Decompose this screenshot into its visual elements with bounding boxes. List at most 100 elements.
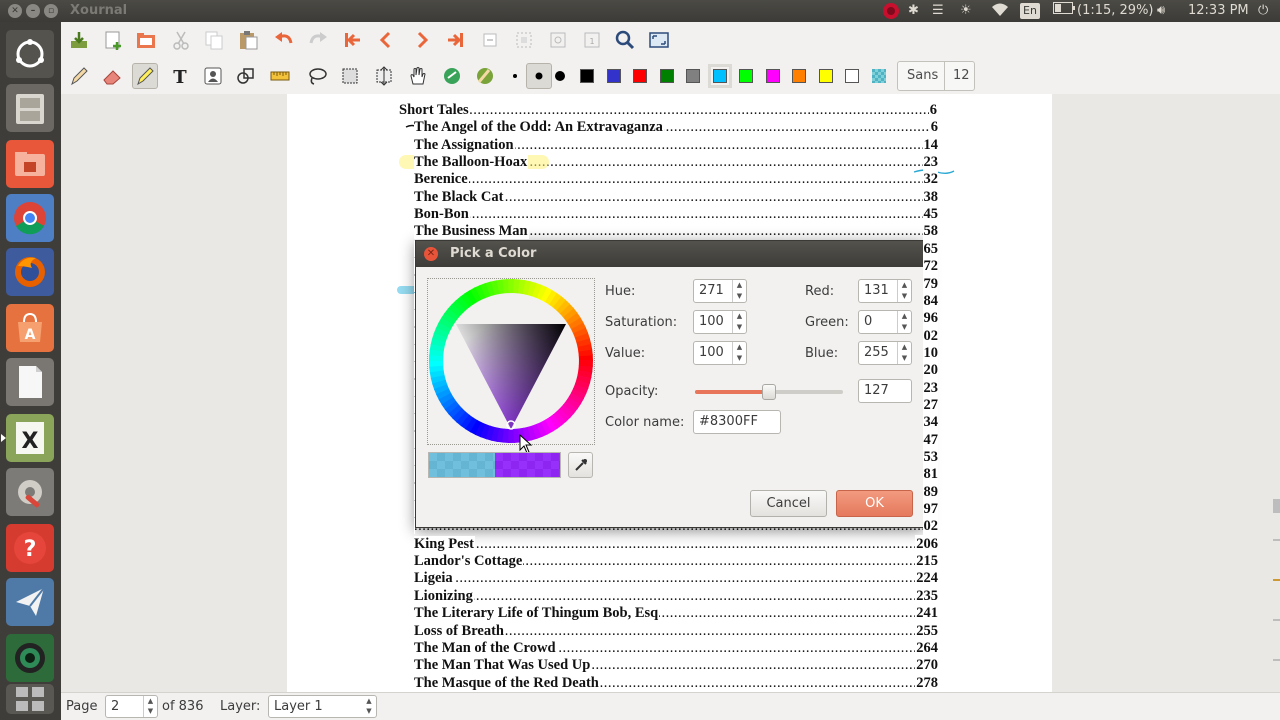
opacity-field[interactable]: 127 — [858, 379, 912, 403]
color-swatch-green[interactable] — [659, 69, 674, 83]
paste-icon[interactable] — [235, 27, 261, 53]
thin-stroke-icon[interactable] — [502, 63, 528, 89]
dialog-close-icon[interactable]: ✕ — [424, 247, 438, 261]
help-icon[interactable]: ? — [6, 524, 54, 572]
window-minimize-icon[interactable]: – — [26, 4, 40, 18]
send-icon[interactable] — [6, 578, 54, 626]
dialog-titlebar[interactable]: ✕ Pick a Color — [416, 241, 924, 267]
zoom-icon[interactable] — [612, 27, 638, 53]
layer-combo[interactable]: Layer 1 ▲ ▼ — [268, 695, 377, 718]
shape-recognizer-icon[interactable] — [233, 63, 259, 89]
default-highlighter-icon[interactable] — [472, 63, 498, 89]
undo-icon[interactable] — [271, 27, 297, 53]
spinner-arrows-icon[interactable]: ▲ ▼ — [732, 342, 746, 364]
opacity-slider[interactable] — [695, 384, 843, 400]
firefox-icon[interactable] — [6, 248, 54, 296]
zoom-width-icon[interactable]: 1 — [579, 27, 605, 53]
color-swatch-light-green[interactable] — [739, 69, 753, 83]
hue-ring-triangle[interactable] — [428, 279, 594, 444]
power-icon[interactable]: ⏻ — [1258, 2, 1268, 20]
thick-stroke-icon[interactable] — [547, 63, 573, 89]
spinner-arrows-icon[interactable]: ▲ ▼ — [897, 342, 911, 364]
hue-ring-segment[interactable] — [578, 359, 593, 367]
files-folder-icon[interactable] — [6, 140, 54, 188]
pen-icon[interactable] — [66, 63, 92, 89]
color-swatch-magenta[interactable] — [765, 69, 780, 83]
chrome-icon[interactable] — [6, 194, 54, 242]
spinner-arrows-icon[interactable]: ▲ ▼ — [897, 311, 911, 333]
color-swatch-red[interactable] — [633, 69, 647, 83]
last-page-icon[interactable] — [442, 27, 468, 53]
color-swatch-black[interactable] — [580, 69, 594, 83]
next-page-icon[interactable] — [409, 27, 435, 53]
custom-color-button[interactable] — [871, 69, 886, 83]
text-tool-icon[interactable]: T — [167, 63, 193, 89]
cut-icon[interactable] — [168, 27, 194, 53]
wifi-icon[interactable] — [990, 2, 1010, 20]
color-swatch-yellow[interactable] — [818, 69, 833, 83]
xournal-icon[interactable]: X — [1, 414, 54, 462]
page-number-spinner[interactable]: 2 ▲ ▼ — [105, 695, 158, 718]
clock[interactable]: 12:33 PM — [1188, 2, 1249, 20]
zoom-page-icon[interactable] — [545, 27, 571, 53]
zoom-fit-icon[interactable] — [511, 27, 537, 53]
opacity-slider-knob[interactable] — [762, 384, 776, 400]
eyedropper-button[interactable] — [568, 452, 593, 478]
blue-spinner[interactable]: 255 ▲ ▼ — [858, 341, 912, 365]
new-page-icon[interactable] — [100, 27, 126, 53]
save-icon[interactable] — [66, 27, 92, 53]
keyboard-layout-indicator[interactable]: En — [1020, 3, 1040, 19]
spinner-arrows-icon[interactable]: ▲ ▼ — [897, 280, 911, 302]
webcam-icon[interactable] — [6, 634, 54, 682]
toc-title — [414, 362, 415, 379]
spinner-arrows-icon[interactable]: ▲ ▼ — [143, 696, 157, 717]
window-maximize-icon[interactable]: ▫ — [44, 4, 58, 18]
window-close-icon[interactable]: ✕ — [8, 4, 22, 18]
toc-title: Ligeia — [414, 570, 454, 587]
previous-page-icon[interactable] — [373, 27, 399, 53]
vertical-space-icon[interactable] — [371, 63, 397, 89]
system-settings-icon[interactable] — [6, 468, 54, 516]
color-name-field[interactable]: #8300FF — [693, 410, 781, 434]
rect-select-icon[interactable] — [337, 63, 363, 89]
image-tool-icon[interactable] — [200, 63, 226, 89]
record-icon[interactable] — [882, 2, 900, 20]
default-pen-icon[interactable] — [439, 63, 465, 89]
copy-icon[interactable] — [201, 27, 227, 53]
keyboard-menu-icon[interactable]: ☰ — [932, 2, 944, 20]
font-button[interactable]: Sans 12 — [897, 61, 975, 91]
volume-icon[interactable]: 🔊︎ — [1157, 2, 1165, 20]
brightness-icon[interactable]: ☀ — [960, 2, 972, 20]
dash-home-icon[interactable] — [6, 30, 54, 78]
software-center-icon[interactable]: A — [6, 304, 54, 352]
redo-icon[interactable] — [305, 27, 331, 53]
color-swatch-blue[interactable] — [606, 69, 621, 83]
fullscreen-icon[interactable] — [646, 27, 672, 53]
eraser-icon[interactable] — [99, 63, 125, 89]
green-spinner[interactable]: 0 ▲ ▼ — [858, 310, 912, 334]
delete-page-icon[interactable] — [477, 27, 503, 53]
battery-icon[interactable] — [1053, 2, 1075, 20]
hue-spinner[interactable]: 271 ▲ ▼ — [693, 279, 747, 303]
value-spinner[interactable]: 100 ▲ ▼ — [693, 341, 747, 365]
cancel-button[interactable]: Cancel — [750, 490, 827, 517]
hand-tool-icon[interactable] — [404, 63, 430, 89]
open-folder-icon[interactable] — [133, 27, 159, 53]
file-cabinet-icon[interactable] — [6, 84, 54, 132]
color-swatch-light-blue[interactable] — [707, 64, 732, 88]
color-swatch-orange[interactable] — [792, 69, 806, 83]
spinner-arrows-icon[interactable]: ▲ ▼ — [732, 311, 746, 333]
document-icon[interactable] — [6, 358, 54, 406]
highlighter-icon[interactable] — [132, 63, 158, 89]
lasso-select-icon[interactable] — [304, 63, 330, 89]
saturation-spinner[interactable]: 100 ▲ ▼ — [693, 310, 747, 334]
color-swatch-gray[interactable] — [686, 69, 700, 83]
ok-button[interactable]: OK — [836, 490, 913, 517]
first-page-icon[interactable] — [340, 27, 366, 53]
ruler-icon[interactable] — [267, 63, 293, 89]
bluetooth-icon[interactable]: ✱ — [908, 2, 919, 20]
workspace-switcher-icon[interactable] — [6, 684, 54, 714]
color-swatch-white[interactable] — [845, 69, 859, 83]
red-spinner[interactable]: 131 ▲ ▼ — [858, 279, 912, 303]
spinner-arrows-icon[interactable]: ▲ ▼ — [732, 280, 746, 302]
